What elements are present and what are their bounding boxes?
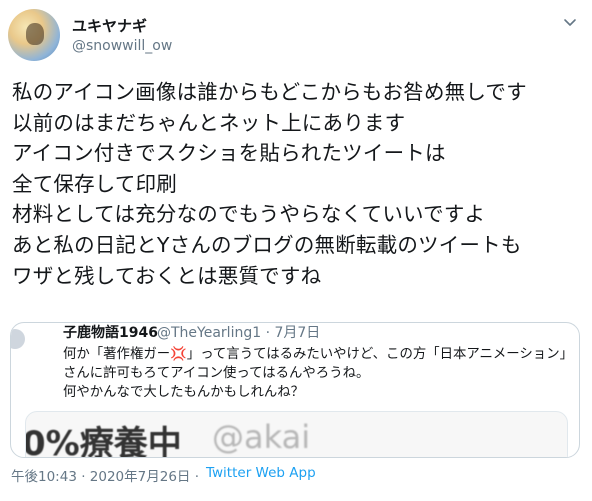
tweet-text: 私のアイコン画像は誰からもどこからもお咎め無しです 以前のはまだちゃんとネット上… (12, 80, 527, 288)
author-handle[interactable]: @snowwill_ow (72, 38, 172, 54)
quoted-avatar (11, 329, 25, 349)
quoted-author-handle: @TheYearling1 · 7月7日 (157, 325, 321, 341)
author-display-name[interactable]: ユキヤナギ (72, 15, 147, 36)
tweet-timestamp[interactable]: 午後10:43 · 2020年7月26日 · (11, 465, 199, 485)
tweet-source-link[interactable]: Twitter Web App (206, 465, 316, 481)
quoted-tweet[interactable]: 子鹿物語1946 @TheYearling1 · 7月7日 何か「著作権ガー💢」… (10, 322, 580, 458)
author-avatar[interactable] (8, 9, 60, 61)
chevron-down-icon[interactable] (562, 14, 578, 30)
quoted-media-handle: @akai (212, 418, 311, 456)
quoted-media-image[interactable]: 0%療養中 @akai (25, 411, 568, 458)
quoted-tweet-text: 何か「著作権ガー💢」って言うてはるみたいやけど、この方「日本アニメーション」さん… (63, 347, 567, 400)
quoted-author-name: 子鹿物語1946 (63, 325, 158, 341)
quoted-media-caption: 0%療養中 (25, 424, 182, 458)
